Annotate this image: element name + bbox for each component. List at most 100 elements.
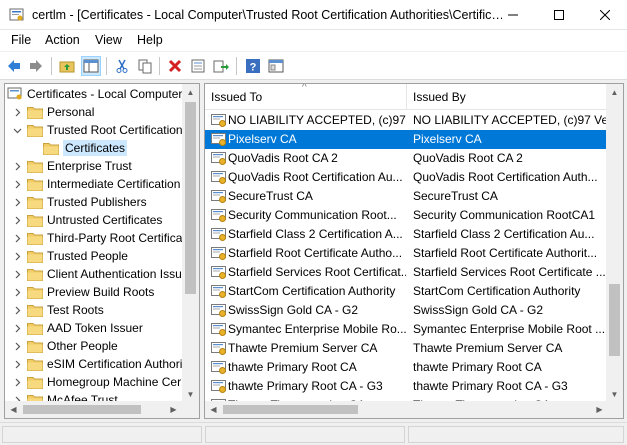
list-scroll-down-arrow-icon[interactable]: ▼ — [606, 386, 623, 403]
table-row[interactable]: Symantec Enterprise Mobile Ro... Symantec… — [205, 320, 608, 339]
tree-hscroll-thumb[interactable] — [23, 405, 141, 414]
tree-item[interactable]: Other People — [11, 337, 118, 355]
tree-vertical-scrollbar[interactable]: ▲ ▼ — [182, 84, 199, 403]
tree-horizontal-scrollbar[interactable]: ◀ ▶ — [5, 401, 182, 418]
tree-root[interactable]: Certificates - Local Computer — [7, 85, 182, 103]
list-scroll-thumb[interactable] — [609, 284, 620, 356]
delete-icon — [168, 59, 182, 73]
certificate-icon — [211, 342, 226, 355]
column-issued-to[interactable]: Issued To — [211, 90, 262, 104]
table-row[interactable]: Thawte Premium Server CA Thawte Premium S… — [205, 339, 608, 358]
chevron-right-icon[interactable] — [11, 106, 23, 118]
tree-item-label: Client Authentication Issu — [47, 267, 182, 281]
properties-button[interactable] — [188, 56, 208, 76]
back-button[interactable] — [4, 56, 24, 76]
export-list-button[interactable] — [211, 56, 231, 76]
tree-item[interactable]: Personal — [11, 103, 94, 121]
chevron-right-icon[interactable] — [11, 232, 23, 244]
list-horizontal-scrollbar[interactable]: ◀ ▶ — [205, 401, 608, 418]
tree-item[interactable]: Enterprise Trust — [11, 157, 132, 175]
table-row[interactable]: QuoVadis Root Certification Au... QuoVadi… — [205, 168, 608, 187]
minimize-button[interactable] — [490, 0, 536, 30]
close-button[interactable] — [582, 0, 627, 30]
list-scroll-left-arrow-icon[interactable]: ◀ — [205, 401, 222, 418]
tree-item[interactable]: Trusted Publishers — [11, 193, 147, 211]
console-tree-pane[interactable]: Certificates - Local Computer Personal Tr… — [4, 83, 200, 419]
title-bar[interactable]: certlm - [Certificates - Local Computer\… — [0, 0, 627, 30]
certificate-icon — [211, 190, 226, 203]
cell-issued-to: QuoVadis Root CA 2 — [228, 151, 338, 165]
tree-item[interactable]: Certificates — [43, 139, 128, 157]
tree-item[interactable]: Third-Party Root Certificat — [11, 229, 186, 247]
scroll-right-arrow-icon[interactable]: ▶ — [165, 401, 182, 418]
table-row[interactable]: Security Communication Root... Security C… — [205, 206, 608, 225]
tree-item[interactable]: Test Roots — [11, 301, 104, 319]
tree-item[interactable]: Trusted People — [11, 247, 128, 265]
chevron-right-icon[interactable] — [11, 304, 23, 316]
table-row[interactable]: Pixelserv CA Pixelserv CA — [205, 130, 608, 149]
list-scroll-up-arrow-icon[interactable]: ▲ — [606, 84, 623, 101]
cut-button[interactable] — [112, 56, 132, 76]
up-folder-icon — [59, 61, 75, 73]
table-row[interactable]: StartCom Certification Authority StartCom… — [205, 282, 608, 301]
chevron-down-icon[interactable] — [11, 124, 23, 136]
chevron-right-icon[interactable] — [11, 160, 23, 172]
table-row[interactable]: SwissSign Gold CA - G2 SwissSign Gold CA … — [205, 301, 608, 320]
table-row[interactable]: thawte Primary Root CA - G3 thawte Primar… — [205, 377, 608, 396]
show-hide-console-tree-button[interactable] — [81, 56, 101, 76]
table-row[interactable]: thawte Primary Root CA thawte Primary Roo… — [205, 358, 608, 377]
console-icon — [268, 59, 284, 73]
delete-button[interactable] — [165, 56, 185, 76]
scroll-left-arrow-icon[interactable]: ◀ — [5, 401, 22, 418]
chevron-right-icon[interactable] — [11, 196, 23, 208]
help-button[interactable]: ? — [243, 56, 263, 76]
forward-button[interactable] — [26, 56, 46, 76]
menu-action[interactable]: Action — [45, 33, 80, 47]
tree-scroll-thumb[interactable] — [185, 102, 196, 294]
cell-issued-to: NO LIABILITY ACCEPTED, (c)97 ... — [228, 113, 406, 127]
list-scroll-right-arrow-icon[interactable]: ▶ — [591, 401, 608, 418]
scroll-corner — [182, 401, 199, 418]
console-view-button[interactable] — [266, 56, 286, 76]
tree-item[interactable]: Homegroup Machine Cer — [11, 373, 181, 391]
table-row[interactable]: Starfield Root Certificate Autho... Starf… — [205, 244, 608, 263]
tree-item[interactable]: eSIM Certification Authori — [11, 355, 182, 373]
tree-item[interactable]: Preview Build Roots — [11, 283, 154, 301]
tree-item[interactable]: Intermediate Certification — [11, 175, 180, 193]
tree-item[interactable]: Trusted Root Certification — [11, 121, 183, 139]
maximize-button[interactable] — [536, 0, 582, 30]
chevron-right-icon[interactable] — [11, 178, 23, 190]
cell-issued-by: thawte Primary Root CA - G3 — [413, 379, 568, 393]
cell-issued-by: QuoVadis Root CA 2 — [413, 151, 523, 165]
column-issued-by[interactable]: Issued By — [413, 90, 466, 104]
chevron-right-icon[interactable] — [11, 340, 23, 352]
table-row[interactable]: Starfield Class 2 Certification A... Star… — [205, 225, 608, 244]
menu-help[interactable]: Help — [137, 33, 163, 47]
table-row[interactable]: SecureTrust CA SecureTrust CA — [205, 187, 608, 206]
chevron-right-icon[interactable] — [11, 214, 23, 226]
chevron-right-icon[interactable] — [11, 250, 23, 262]
folder-icon — [27, 106, 43, 119]
table-row[interactable]: QuoVadis Root CA 2 QuoVadis Root CA 2 — [205, 149, 608, 168]
table-row[interactable]: NO LIABILITY ACCEPTED, (c)97 ... NO LIABI… — [205, 111, 608, 130]
tree-item[interactable]: Untrusted Certificates — [11, 211, 162, 229]
up-one-level-button[interactable] — [57, 56, 77, 76]
copy-button[interactable] — [135, 56, 155, 76]
chevron-right-icon[interactable] — [11, 358, 23, 370]
cell-issued-to: thawte Primary Root CA - G3 — [228, 379, 383, 393]
certificate-icon — [211, 133, 226, 146]
cell-issued-to: Starfield Class 2 Certification A... — [228, 227, 403, 241]
menu-file[interactable]: File — [11, 33, 31, 47]
chevron-right-icon[interactable] — [11, 376, 23, 388]
certificate-list-pane[interactable]: ^ Issued To Issued By NO LIABILITY ACCEP… — [204, 83, 624, 419]
chevron-right-icon[interactable] — [11, 268, 23, 280]
tree-item[interactable]: AAD Token Issuer — [11, 319, 143, 337]
table-row[interactable]: Starfield Services Root Certificat... Sta… — [205, 263, 608, 282]
menu-view[interactable]: View — [95, 33, 122, 47]
chevron-right-icon[interactable] — [11, 322, 23, 334]
list-vertical-scrollbar[interactable]: ▲ ▼ — [606, 84, 623, 418]
scroll-up-arrow-icon[interactable]: ▲ — [182, 84, 199, 101]
chevron-right-icon[interactable] — [11, 286, 23, 298]
list-hscroll-thumb[interactable] — [223, 405, 358, 414]
tree-item[interactable]: Client Authentication Issu — [11, 265, 182, 283]
